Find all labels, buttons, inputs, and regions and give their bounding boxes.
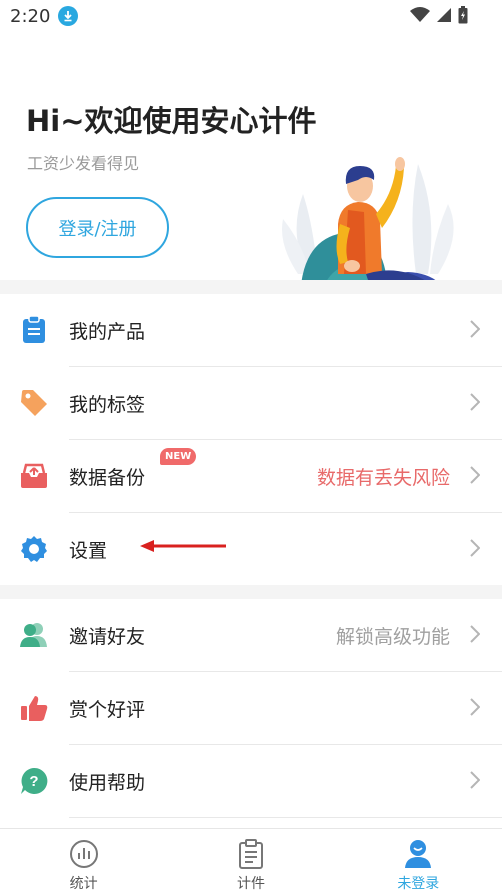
invite-hint-text: 解锁高级功能: [335, 625, 450, 648]
status-time: 2:20: [10, 5, 51, 27]
chevron-right-icon: [470, 625, 480, 643]
new-badge: NEW: [160, 448, 197, 465]
backup-tray-icon: [20, 462, 48, 490]
welcome-title: Hi~欢迎使用安心计件: [26, 104, 317, 138]
chevron-right-icon: [470, 698, 480, 716]
clipboard-list-icon: [238, 839, 263, 869]
users-icon: [20, 621, 48, 649]
bottom-tab-bar: 统计 计件 未登录: [0, 828, 502, 896]
menu-item-label: 邀请好友: [69, 625, 146, 648]
tab-statistics[interactable]: 统计: [0, 829, 167, 896]
svg-text:?: ?: [29, 773, 38, 790]
profile-header: Hi~欢迎使用安心计件 工资少发看得见 登录/注册: [0, 32, 502, 310]
status-bar: 2:20: [0, 0, 502, 32]
help-bubble-icon: ?: [20, 767, 48, 795]
menu-item-label: 赏个好评: [69, 698, 146, 721]
backup-warning-text: 数据有丢失风险: [316, 466, 450, 489]
menu-item-label: 设置: [69, 539, 108, 562]
tab-not-logged-in[interactable]: 未登录: [335, 829, 502, 896]
thumbs-up-icon: [20, 694, 48, 722]
tab-label: 计件: [236, 876, 265, 892]
menu-item-help[interactable]: ? 使用帮助: [0, 745, 502, 817]
gear-icon: [20, 535, 48, 563]
user-avatar-icon: [405, 840, 432, 868]
section-divider: [0, 280, 502, 294]
signal-icon: [437, 8, 451, 22]
menu-item-invite-friends[interactable]: 邀请好友 解锁高级功能: [0, 599, 502, 671]
battery-icon: [458, 6, 468, 24]
tab-label: 未登录: [397, 876, 440, 892]
menu-item-label: 使用帮助: [69, 771, 146, 794]
status-indicators: [410, 6, 468, 24]
login-register-button[interactable]: 登录/注册: [26, 197, 169, 258]
menu-item-data-backup[interactable]: 数据备份 NEW 数据有丢失风险: [0, 440, 502, 512]
tab-label: 统计: [69, 876, 98, 892]
chevron-right-icon: [470, 539, 480, 557]
menu-item-label: 数据备份: [69, 466, 146, 489]
section-divider: [0, 585, 502, 599]
divider: [69, 817, 502, 818]
wifi-icon: [410, 7, 430, 22]
menu-item-label: 我的产品: [69, 320, 146, 343]
chart-circle-icon: [69, 840, 98, 868]
menu-item-my-products[interactable]: 我的产品: [0, 294, 502, 366]
tag-icon: [20, 389, 48, 417]
chevron-right-icon: [470, 771, 480, 789]
annotation-arrow: [140, 540, 226, 552]
menu-item-settings[interactable]: 设置: [0, 513, 502, 585]
clipboard-icon: [20, 316, 48, 344]
welcome-subtitle: 工资少发看得见: [27, 154, 140, 173]
menu-item-label: 我的标签: [69, 393, 146, 416]
chevron-right-icon: [470, 466, 480, 484]
chevron-right-icon: [470, 320, 480, 338]
tab-piecework[interactable]: 计件: [167, 829, 334, 896]
download-icon: [58, 6, 79, 26]
chevron-right-icon: [470, 393, 480, 411]
menu-item-my-tags[interactable]: 我的标签: [0, 367, 502, 439]
menu-item-rate-app[interactable]: 赏个好评: [0, 672, 502, 744]
